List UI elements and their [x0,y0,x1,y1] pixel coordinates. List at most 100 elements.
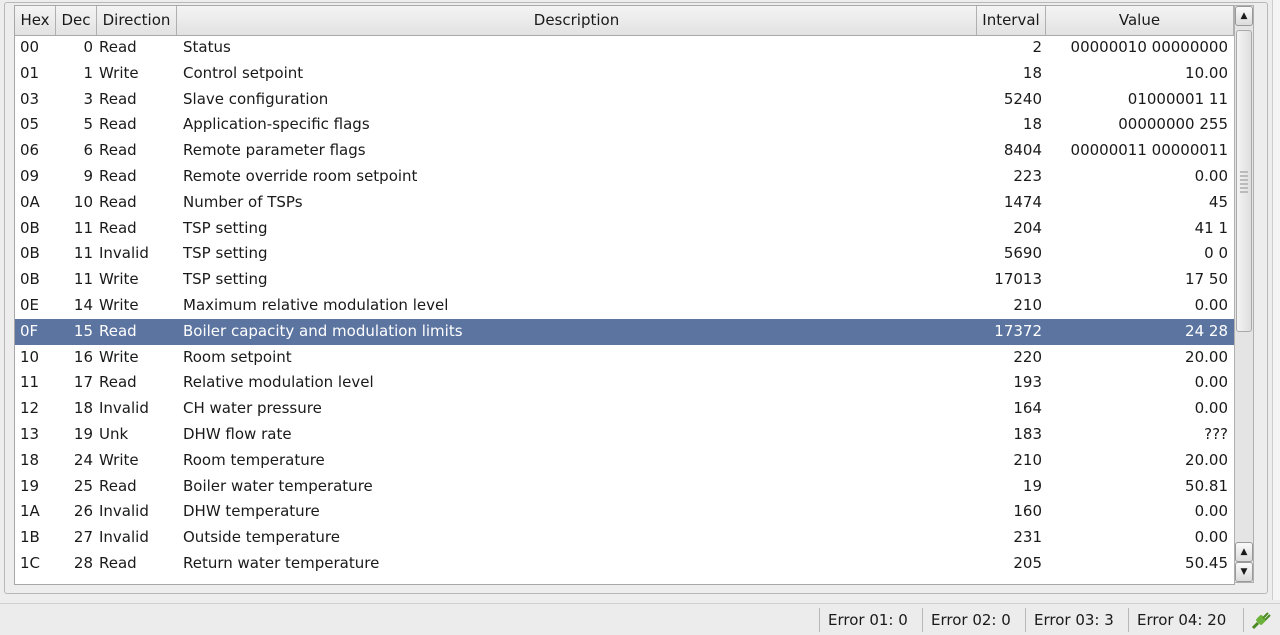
description-cell: Status [183,38,231,56]
interval-cell: 193 [1013,373,1042,392]
interval-cell: 210 [1013,296,1042,314]
value-cell: 20.00 [1185,347,1228,366]
value-cell: 50.45 [1185,554,1228,572]
description-cell: TSP setting [183,244,268,263]
table-row[interactable]: 1C 28 Read Return water temperature 205 50.45 [15,551,1234,577]
hex-cell: 0E [20,296,40,314]
interval-cell: 164 [1013,399,1042,418]
hex-cell: 03 [20,89,40,108]
description-cell: Control setpoint [183,63,304,82]
error-02-count: Error 02: 0 [922,608,1011,632]
scroll-up-button-bottom[interactable]: ▲ [1235,542,1253,562]
table-row[interactable]: 1B 27 Invalid Outside temperature 231 0.00 [15,525,1234,551]
dec-cell: 11 [73,244,93,263]
interval-cell: 19 [1022,476,1042,495]
value-cell: 24 28 [1185,321,1228,340]
dec-cell: 1 [83,63,93,82]
direction-cell: Invalid [99,528,149,547]
interval-cell: 231 [1013,528,1042,547]
error-01-count: Error 01: 0 [819,608,908,632]
hex-cell: 05 [20,115,40,134]
dec-cell: 16 [73,347,93,366]
column-header-description[interactable]: Description [177,6,977,35]
direction-cell: Unk [99,425,129,443]
hex-cell: 01 [20,63,40,82]
hex-cell: 0B [20,270,40,289]
description-cell: DHW flow rate [183,425,292,443]
hex-cell: 09 [20,167,40,185]
plug-connected-icon[interactable] [1250,609,1272,631]
interval-cell: 223 [1013,167,1042,185]
column-header-value[interactable]: Value [1046,6,1234,35]
column-header-interval[interactable]: Interval [977,6,1046,35]
column-header-hex[interactable]: Hex [15,6,56,35]
value-cell: 0 0 [1204,244,1228,263]
table-row[interactable]: 01 1 Write Control setpoint 18 10.00 [15,61,1234,87]
description-cell: Slave configuration [183,89,329,108]
status-bar: Error 01: 0 Error 02: 0 Error 03: 3 Erro… [0,603,1280,635]
description-cell: Boiler water temperature [183,476,373,495]
table-row[interactable]: 00 0 Read Status 2 00000010 00000000 [15,35,1234,61]
interval-cell: 1474 [1003,192,1042,211]
table-row[interactable]: 10 16 Write Room setpoint 220 20.00 [15,345,1234,371]
column-header-direction[interactable]: Direction [97,6,177,35]
value-cell: 00000010 00000000 [1070,38,1228,56]
description-cell: TSP setting [183,218,268,237]
table-row[interactable]: 1A 26 Invalid DHW temperature 160 0.00 [15,499,1234,525]
table-row[interactable]: 0B 11 Write TSP setting 17013 17 50 [15,267,1234,293]
scrollbar-thumb[interactable] [1236,30,1252,332]
value-cell: 0.00 [1194,399,1228,418]
table-row[interactable]: 12 18 Invalid CH water pressure 164 0.00 [15,396,1234,422]
direction-cell: Read [99,554,137,572]
value-cell: 0.00 [1194,167,1228,185]
direction-cell: Invalid [99,244,149,263]
direction-cell: Read [99,218,137,237]
table-row[interactable]: 11 17 Read Relative modulation level 193 0.00 [15,370,1234,396]
table-row[interactable]: 03 3 Read Slave configuration 5240 01000001 1… [15,87,1234,113]
dec-cell: 6 [83,141,93,160]
table-row[interactable]: 18 24 Write Room temperature 210 20.00 [15,448,1234,474]
dec-cell: 10 [73,192,93,211]
scroll-up-button[interactable]: ▲ [1235,6,1253,26]
vertical-scrollbar[interactable]: ▲ ▲ ▼ [1234,5,1254,583]
hex-cell: 19 [20,476,40,495]
table-row[interactable]: 13 19 Unk DHW flow rate 183??? [15,422,1234,448]
dec-cell: 25 [73,476,93,495]
description-cell: Return water temperature [183,554,380,572]
table-row[interactable]: 0E 14 Write Maximum relative modulation lev… [15,293,1234,319]
direction-cell: Write [99,347,139,366]
interval-cell: 205 [1013,554,1042,572]
dec-cell: 18 [73,399,93,418]
table-row[interactable]: 0F 15 Read Boiler capacity and modulation l… [15,318,1234,345]
value-cell: 0.00 [1194,296,1228,314]
hex-cell: 11 [20,373,40,392]
table-row[interactable]: 19 25 Read Boiler water temperature 19 50.81 [15,474,1234,500]
direction-cell: Write [99,296,139,314]
description-cell: Application-specific flags [183,115,370,134]
value-cell: 50.81 [1185,476,1228,495]
dec-cell: 27 [73,528,93,547]
table-row[interactable]: 06 6 Read Remote parameter flags 8404 0000001… [15,138,1234,164]
scroll-down-button[interactable]: ▼ [1235,562,1253,582]
dec-cell: 17 [73,373,93,392]
interval-cell: 17372 [994,321,1042,340]
table-row[interactable]: 0B 11 Read TSP setting 204 41 1 [15,216,1234,242]
table-row[interactable]: 09 9 Read Remote override room setpoint 223 0… [15,164,1234,190]
column-header-dec[interactable]: Dec [56,6,97,35]
dec-cell: 11 [73,270,93,289]
description-cell: DHW temperature [183,502,320,521]
direction-cell: Read [99,476,137,495]
hex-cell: 06 [20,141,40,160]
direction-cell: Read [99,141,137,160]
interval-cell: 160 [1013,502,1042,521]
table-row[interactable]: 0B 11 Invalid TSP setting 5690 0 0 [15,241,1234,267]
description-cell: Remote parameter flags [183,141,366,160]
hex-cell: 1C [20,554,41,572]
interval-cell: 5690 [1003,244,1042,263]
table-row[interactable]: 05 5 Read Application-specific flags 18 00000… [15,112,1234,138]
value-cell: 00000011 00000011 [1070,141,1228,160]
table-row[interactable]: 0A 10 Read Number of TSPs 1474 45 [15,190,1234,216]
direction-cell: Read [99,89,137,108]
message-table[interactable]: Hex Dec Direction Description Interval V… [14,5,1235,585]
dec-cell: 11 [73,218,93,237]
